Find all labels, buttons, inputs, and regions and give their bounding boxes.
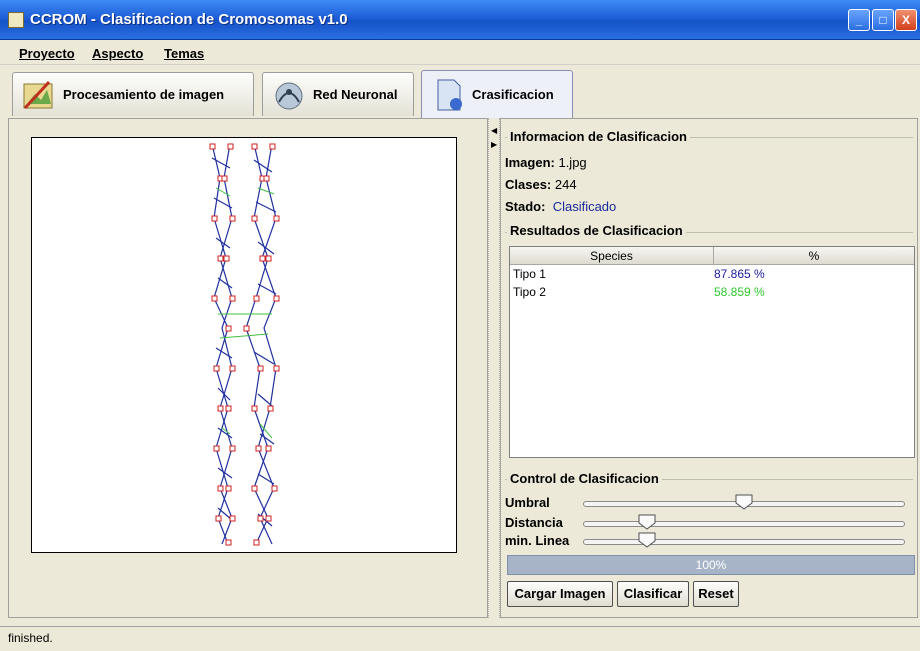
results-group-title: Resultados de Clasificacion — [507, 223, 686, 238]
tab-label: Red Neuronal — [313, 87, 398, 102]
cargar-imagen-button[interactable]: Cargar Imagen — [507, 581, 613, 607]
species-cell: Tipo 2 — [513, 285, 546, 299]
tab-label: Procesamiento de imagen — [63, 87, 225, 102]
tab-bar: Procesamiento de imagen Red Neuronal Cra… — [0, 66, 920, 118]
control-group-title: Control de Clasificacion — [507, 471, 662, 486]
image-edit-icon — [23, 80, 53, 109]
species-cell: Tipo 1 — [513, 267, 546, 281]
window-title: CCROM - Clasificacion de Cromosomas v1.0 — [30, 11, 348, 28]
imagen-row: Imagen: 1.jpg — [505, 155, 587, 170]
clases-row: Clases: 244 — [505, 177, 577, 192]
tab-procesamiento[interactable]: Procesamiento de imagen — [12, 72, 254, 116]
clases-value: 244 — [554, 177, 577, 192]
menu-aspecto[interactable]: Aspecto — [92, 46, 143, 61]
distancia-slider-thumb[interactable] — [638, 514, 656, 530]
chromosome-graph-image — [209, 143, 280, 546]
stado-label: Stado: — [505, 199, 546, 214]
menu-temas[interactable]: Temas — [164, 46, 204, 61]
table-row[interactable]: Tipo 2 58.859 % — [510, 284, 914, 301]
chromosome-image-canvas[interactable] — [31, 137, 457, 553]
collapse-right-arrow-icon[interactable]: ▶ — [491, 140, 497, 149]
percent-cell: 58.859 % — [714, 285, 765, 299]
java-app-icon — [8, 12, 24, 28]
column-header-species[interactable]: Species — [510, 247, 714, 265]
menu-proyecto[interactable]: Proyecto — [19, 46, 75, 61]
clases-label: Clases: — [505, 177, 552, 192]
imagen-label: Imagen: — [505, 155, 555, 170]
column-header-percent[interactable]: % — [714, 247, 914, 265]
tab-red-neuronal[interactable]: Red Neuronal — [262, 72, 414, 116]
min-linea-slider-thumb[interactable] — [638, 532, 656, 548]
clasificar-button[interactable]: Clasificar — [617, 581, 689, 607]
tab-label: Crasificacion — [472, 87, 554, 102]
info-group-title: Informacion de Clasificacion — [507, 129, 690, 144]
network-icon — [275, 82, 303, 109]
title-bar: CCROM - Clasificacion de Cromosomas v1.0… — [0, 0, 920, 40]
distancia-label: Distancia — [505, 515, 563, 530]
maximize-button[interactable]: □ — [872, 9, 894, 31]
document-icon — [437, 79, 462, 110]
split-pane-divider[interactable]: ◀ ▶ — [488, 118, 500, 618]
progress-bar: 100% — [507, 555, 915, 575]
close-button[interactable]: X — [895, 9, 917, 31]
imagen-value: 1.jpg — [558, 155, 587, 170]
percent-cell: 87.865 % — [714, 267, 765, 281]
tab-crasificacion[interactable]: Crasificacion — [421, 70, 573, 118]
umbral-slider-thumb[interactable] — [735, 494, 753, 510]
collapse-left-arrow-icon[interactable]: ◀ — [491, 126, 497, 135]
reset-button[interactable]: Reset — [693, 581, 739, 607]
status-text: finished. — [8, 631, 53, 645]
image-panel — [8, 118, 488, 618]
distancia-slider[interactable] — [583, 521, 905, 527]
minimize-button[interactable]: _ — [848, 9, 870, 31]
min-linea-slider[interactable] — [583, 539, 905, 545]
table-row[interactable]: Tipo 1 87.865 % — [510, 266, 914, 283]
umbral-label: Umbral — [505, 495, 550, 510]
stado-value: Clasificado — [552, 199, 617, 214]
menu-bar: Proyecto Aspecto Temas — [0, 41, 920, 65]
results-table[interactable]: Species % Tipo 1 87.865 % Tipo 2 58.859 … — [509, 246, 915, 458]
status-bar: finished. — [0, 626, 920, 651]
classification-panel: Informacion de Clasificacion Imagen: 1.j… — [500, 118, 918, 618]
stado-row: Stado: Clasificado — [505, 199, 616, 214]
min-linea-label: min. Linea — [505, 533, 570, 548]
